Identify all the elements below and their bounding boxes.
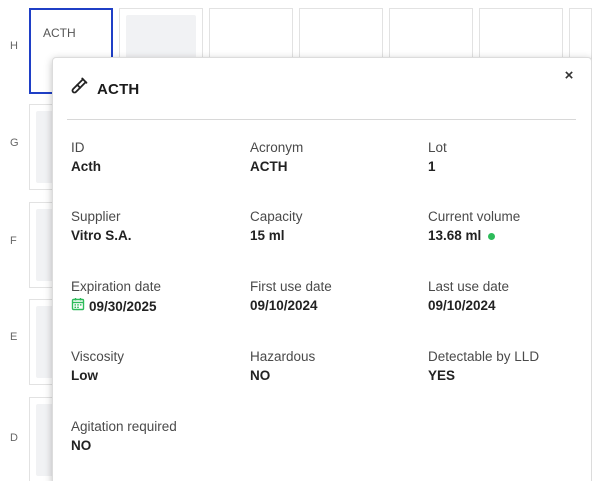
field-hazardous: Hazardous NO (250, 348, 420, 385)
agitation-required-value: NO (71, 438, 92, 453)
field-label: Acronym (250, 140, 304, 155)
popup-title: ACTH (97, 81, 140, 98)
field-viscosity: Viscosity Low (71, 348, 241, 385)
field-value: ACTH (250, 158, 420, 176)
field-id: ID Acth (71, 139, 241, 176)
field-label: Supplier (71, 209, 121, 224)
popup-header: ACTH (67, 76, 139, 103)
field-value: 13.68 ml (428, 227, 592, 245)
field-value: Acth (71, 158, 241, 176)
expiration-date-value: 09/30/2025 (89, 298, 157, 314)
field-label: First use date (250, 279, 332, 294)
field-value: 15 ml (250, 227, 420, 245)
field-current-volume: Current volume 13.68 ml (428, 208, 592, 245)
field-first-use-date: First use date 09/10/2024 (250, 278, 420, 315)
row-label-h: H (10, 40, 18, 52)
field-label: Agitation required (71, 419, 177, 434)
field-value: Vitro S.A. (71, 227, 241, 245)
field-label: Expiration date (71, 279, 162, 294)
first-use-date-value: 09/10/2024 (250, 298, 318, 313)
detectable-lld-value: YES (428, 368, 456, 383)
field-expiration-date: Expiration date 09/30/2025 (71, 278, 241, 316)
cell-label: ACTH (43, 26, 76, 40)
lot-value: 1 (428, 159, 436, 174)
close-button[interactable]: × (559, 66, 579, 86)
status-dot-icon (488, 232, 496, 240)
field-value: YES (428, 367, 592, 385)
id-value: Acth (71, 159, 101, 174)
field-label: Detectable by LLD (428, 349, 540, 364)
reagent-details-popup: ACTH × ID Acth Acronym ACTH Lot 1 Suppli… (52, 57, 592, 481)
current-volume-value: 13.68 ml (428, 228, 482, 243)
field-value: 09/30/2025 (71, 297, 241, 316)
field-capacity: Capacity 15 ml (250, 208, 420, 245)
field-lot: Lot 1 (428, 139, 592, 176)
field-supplier: Supplier Vitro S.A. (71, 208, 241, 245)
field-label: ID (71, 140, 85, 155)
hazardous-value: NO (250, 368, 271, 383)
field-label: Current volume (428, 209, 521, 224)
field-label: Capacity (250, 209, 303, 224)
field-value: 09/10/2024 (428, 297, 592, 315)
field-last-use-date: Last use date 09/10/2024 (428, 278, 592, 315)
field-acronym: Acronym ACTH (250, 139, 420, 176)
calendar-icon (71, 297, 85, 316)
viscosity-value: Low (71, 368, 98, 383)
supplier-value: Vitro S.A. (71, 228, 132, 243)
field-label: Hazardous (250, 349, 316, 364)
field-detectable-lld: Detectable by LLD YES (428, 348, 592, 385)
capacity-value: 15 ml (250, 228, 285, 243)
acronym-value: ACTH (250, 159, 288, 174)
field-value: Low (71, 367, 241, 385)
field-value: 09/10/2024 (250, 297, 420, 315)
row-label-g: G (10, 137, 19, 149)
row-label-e: E (10, 331, 18, 343)
divider (67, 119, 576, 120)
field-value: NO (71, 437, 241, 455)
last-use-date-value: 09/10/2024 (428, 298, 496, 313)
test-tube-icon (67, 76, 89, 103)
field-agitation-required: Agitation required NO (71, 418, 241, 455)
field-label: Viscosity (71, 349, 125, 364)
row-label-f: F (10, 235, 17, 247)
field-value: 1 (428, 158, 592, 176)
field-label: Last use date (428, 279, 510, 294)
row-label-d: D (10, 432, 18, 444)
field-value: NO (250, 367, 420, 385)
field-label: Lot (428, 140, 447, 155)
